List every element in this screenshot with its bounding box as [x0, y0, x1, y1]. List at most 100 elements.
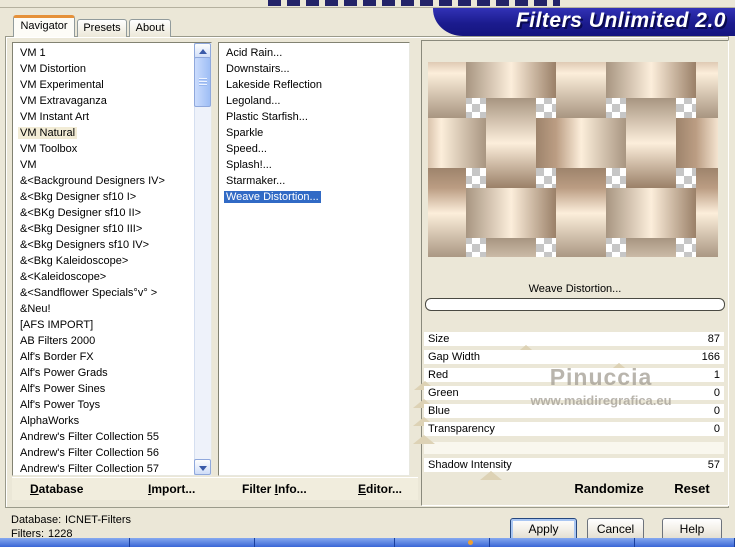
category-item[interactable]: &<Background Designers IV> — [13, 173, 211, 189]
slider-label: Red — [428, 369, 449, 381]
category-list[interactable]: VM 1 VM Distortion VM Experimental VM Extra… — [12, 42, 212, 476]
slider-value: 57 — [707, 459, 720, 471]
category-item-label: VM Distortion — [20, 63, 87, 75]
status-database-label: Database: — [11, 514, 62, 526]
category-item-label: VM Toolbox — [20, 143, 78, 155]
category-item[interactable]: &<Kaleidoscope> — [13, 269, 211, 285]
taskbar-button[interactable] — [255, 538, 395, 547]
category-item-label: VM 1 — [20, 47, 46, 59]
category-item[interactable]: VM Experimental — [13, 77, 211, 93]
menu-item-filter-info[interactable]: Filter Info... — [242, 482, 307, 496]
category-item[interactable]: &Neu! — [13, 301, 211, 317]
filter-item[interactable]: Starmaker... — [219, 173, 409, 189]
category-item[interactable]: AlphaWorks — [13, 413, 211, 429]
category-item[interactable]: Andrew's Filter Collection 56 — [13, 445, 211, 461]
filter-item[interactable]: Lakeside Reflection — [219, 77, 409, 93]
tab-navigator[interactable]: Navigator — [13, 15, 75, 37]
taskbar-button[interactable] — [130, 538, 255, 547]
category-item-label: &<Bkg Designer sf10 III> — [20, 223, 143, 235]
app-title: Filters Unlimited 2.0 — [515, 9, 726, 32]
category-item[interactable]: VM Natural — [13, 125, 211, 141]
category-item[interactable]: Alf's Power Grads — [13, 365, 211, 381]
category-item-label: VM Extravaganza — [20, 95, 107, 107]
randomize-button[interactable]: Randomize — [554, 481, 664, 496]
category-item-label: &<Bkg Designers sf10 IV> — [20, 239, 150, 251]
taskbar-button[interactable] — [635, 538, 735, 547]
menu-item-editor[interactable]: Editor... — [358, 482, 402, 496]
category-item[interactable]: &<BKg Designer sf10 II> — [13, 205, 211, 221]
category-item[interactable]: VM Extravaganza — [13, 93, 211, 109]
filter-item-label: Downstairs... — [226, 63, 290, 75]
scroll-down-icon — [199, 466, 207, 471]
category-item[interactable]: VM Instant Art — [13, 109, 211, 125]
reset-button[interactable]: Reset — [662, 481, 722, 496]
category-item-label: Alf's Power Toys — [20, 399, 101, 411]
slider-shadow-intensity[interactable]: Shadow Intensity 57 — [424, 458, 724, 480]
category-item[interactable]: &<Bkg Designer sf10 III> — [13, 221, 211, 237]
slider-transparency[interactable]: Transparency 0 — [413, 422, 724, 444]
filter-list[interactable]: Acid Rain... Downstairs... Lakeside Reflec… — [218, 42, 410, 476]
tab-about[interactable]: About — [129, 19, 171, 37]
taskbar-notification-icon — [468, 540, 473, 545]
scrollbar-thumb[interactable] — [194, 57, 211, 107]
category-item[interactable]: &<Bkg Designer sf10 I> — [13, 189, 211, 205]
filter-item[interactable]: Plastic Starfish... — [219, 109, 409, 125]
category-item[interactable]: VM 1 — [13, 45, 211, 61]
menu-item-import[interactable]: Import... — [148, 482, 195, 496]
taskbar-button[interactable] — [0, 538, 130, 547]
filter-item[interactable]: Weave Distortion... — [219, 189, 409, 205]
slider-marker-icon[interactable] — [480, 471, 503, 480]
filter-item-label: Legoland... — [226, 95, 281, 107]
filter-item[interactable]: Speed... — [219, 141, 409, 157]
preview-caption: Weave Distortion... — [528, 283, 622, 295]
category-item[interactable]: &<Bkg Designers sf10 IV> — [13, 237, 211, 253]
slider-label: Blue — [428, 405, 451, 417]
filter-item-label: Plastic Starfish... — [226, 111, 308, 123]
category-item-label: Andrew's Filter Collection 57 — [20, 463, 160, 475]
filter-item[interactable]: Legoland... — [219, 93, 409, 109]
clipped-window-title — [268, 0, 560, 6]
filter-item[interactable]: Splash!... — [219, 157, 409, 173]
category-item[interactable]: AB Filters 2000 — [13, 333, 211, 349]
slider-value: 166 — [701, 351, 720, 363]
filter-item[interactable]: Downstairs... — [219, 61, 409, 77]
slider-label: Shadow Intensity — [428, 459, 512, 471]
taskbar[interactable] — [0, 538, 735, 547]
filter-item[interactable]: Acid Rain... — [219, 45, 409, 61]
category-item[interactable]: Alf's Power Toys — [13, 397, 211, 413]
slider-marker-icon[interactable] — [413, 435, 435, 444]
filter-item-label: Acid Rain... — [226, 47, 283, 59]
slider-size[interactable]: Size 87 — [424, 332, 724, 354]
category-scrollbar[interactable] — [194, 43, 211, 475]
category-item[interactable]: Andrew's Filter Collection 55 — [13, 429, 211, 445]
category-item[interactable]: VM — [13, 157, 211, 173]
category-item[interactable]: &<Sandflower Specials°v° > — [13, 285, 211, 301]
slider-label: Size — [428, 333, 450, 345]
progress-bar — [425, 298, 725, 311]
scroll-down-button[interactable] — [194, 459, 211, 475]
category-item-label: VM Experimental — [20, 79, 104, 91]
category-item-label: Alf's Border FX — [20, 351, 94, 363]
category-item-label: &<Sandflower Specials°v° > — [20, 287, 158, 299]
status-database-value: ICNET-Filters — [65, 514, 131, 526]
category-item-label: Andrew's Filter Collection 55 — [20, 431, 160, 443]
category-item[interactable]: Andrew's Filter Collection 57 — [13, 461, 211, 475]
tab-presets[interactable]: Presets — [77, 19, 127, 37]
category-item[interactable]: Alf's Power Sines — [13, 381, 211, 397]
category-item[interactable]: VM Distortion — [13, 61, 211, 77]
watermark-url: www.maidiregrafica.eu — [530, 393, 672, 408]
category-item[interactable]: VM Toolbox — [13, 141, 211, 157]
filter-item[interactable]: Sparkle — [219, 125, 409, 141]
category-item-label: &<BKg Designer sf10 II> — [20, 207, 142, 219]
menu-item-database[interactable]: Database — [30, 482, 83, 496]
filter-item-label: Sparkle — [226, 127, 264, 139]
category-item[interactable]: [AFS IMPORT] — [13, 317, 211, 333]
taskbar-button[interactable] — [490, 538, 635, 547]
category-item[interactable]: &<Bkg Kaleidoscope> — [13, 253, 211, 269]
taskbar-button[interactable] — [395, 538, 490, 547]
category-item-label: Alf's Power Sines — [20, 383, 106, 395]
category-item-label: VM — [20, 159, 37, 171]
category-item-label: &<Bkg Kaleidoscope> — [20, 255, 129, 267]
slider-gap-width[interactable]: Gap Width 166 — [424, 350, 724, 372]
category-item[interactable]: Alf's Border FX — [13, 349, 211, 365]
